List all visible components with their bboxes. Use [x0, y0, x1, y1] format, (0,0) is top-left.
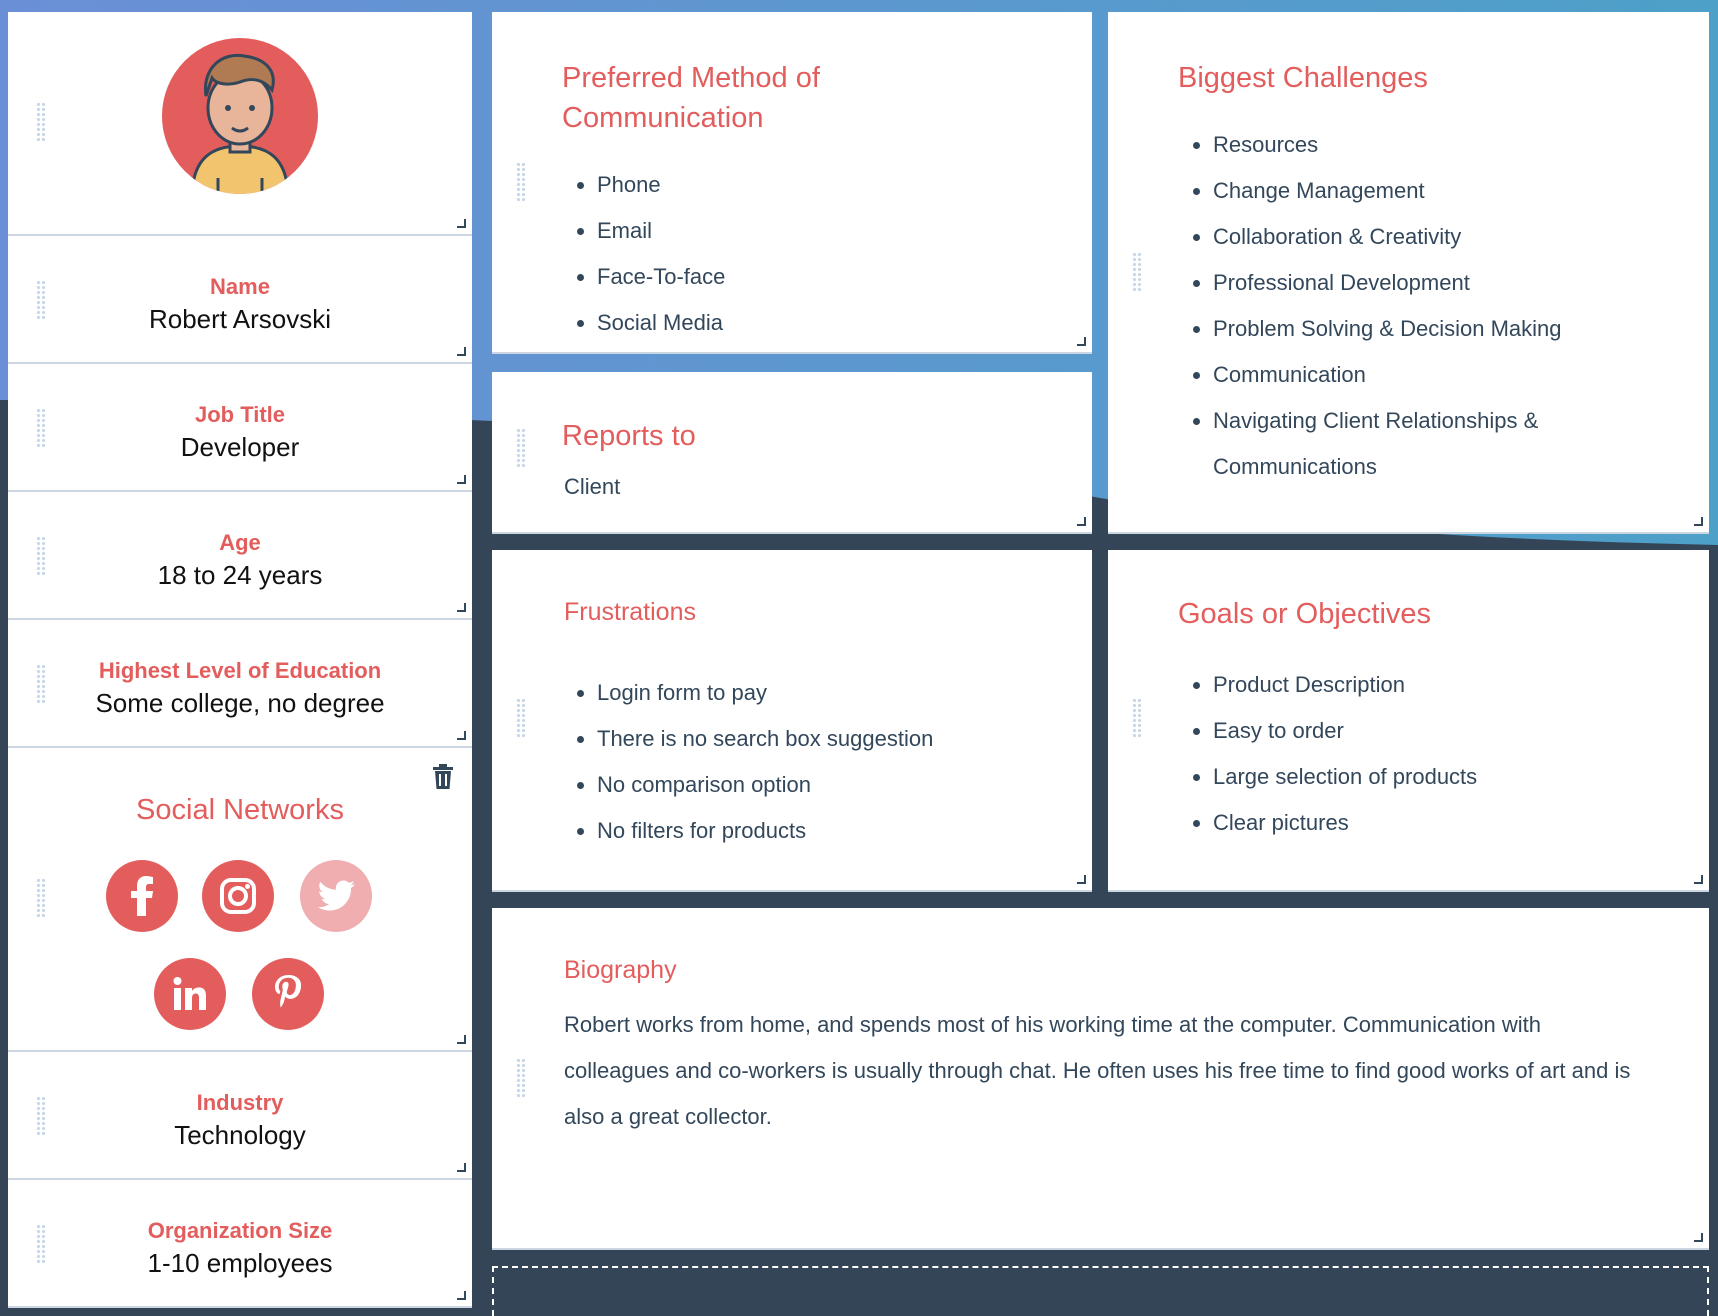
list-item: Navigating Client Relationships & Commun…: [1213, 398, 1643, 490]
resize-handle[interactable]: [457, 1291, 466, 1300]
list-item: Face-To-face: [597, 254, 725, 300]
list-item: Change Management: [1213, 168, 1643, 214]
drag-handle[interactable]: [516, 1058, 526, 1098]
challenges-list: Resources Change Management Collaboratio…: [1178, 122, 1643, 490]
instagram-icon[interactable]: [202, 860, 274, 932]
resize-handle[interactable]: [1077, 875, 1086, 884]
add-section-dropzone[interactable]: [492, 1266, 1709, 1316]
list-item: Resources: [1213, 122, 1643, 168]
biography-card[interactable]: Biography Robert works from home, and sp…: [492, 908, 1709, 1250]
list-item: Communication: [1213, 352, 1643, 398]
reports-to-title: Reports to: [562, 420, 696, 452]
field-label: Highest Level of Education: [98, 658, 382, 683]
resize-handle[interactable]: [1077, 337, 1086, 346]
list-item: Email: [597, 208, 725, 254]
goals-list: Product Description Easy to order Large …: [1178, 662, 1477, 846]
frustrations-card[interactable]: Frustrations Login form to pay There is …: [492, 550, 1092, 892]
name-card[interactable]: Name Robert Arsovski: [8, 236, 472, 364]
age-card[interactable]: Age 18 to 24 years: [8, 492, 472, 620]
field-value: 1-10 employees: [147, 1248, 333, 1278]
avatar-card[interactable]: [8, 12, 472, 236]
field-label: Name: [210, 274, 270, 299]
goals-title: Goals or Objectives: [1178, 598, 1432, 630]
resize-handle[interactable]: [457, 475, 466, 484]
field-label: Industry: [196, 1090, 284, 1115]
challenges-card[interactable]: Biggest Challenges Resources Change Mana…: [1108, 12, 1709, 534]
list-item: Product Description: [1213, 662, 1477, 708]
pinterest-icon[interactable]: [252, 958, 324, 1030]
goals-card[interactable]: Goals or Objectives Product Description …: [1108, 550, 1709, 892]
communication-card[interactable]: Preferred Method of Communication Phone …: [492, 12, 1092, 354]
twitter-icon[interactable]: [300, 860, 372, 932]
linkedin-icon[interactable]: [154, 958, 226, 1030]
list-item: Login form to pay: [597, 670, 933, 716]
list-item: Professional Development: [1213, 260, 1643, 306]
avatar: [162, 38, 318, 194]
field-value: Robert Arsovski: [148, 304, 332, 334]
job-title-card[interactable]: Job Title Developer: [8, 364, 472, 492]
biography-text: Robert works from home, and spends most …: [564, 1012, 1631, 1129]
resize-handle[interactable]: [457, 1035, 466, 1044]
field-label: Age: [219, 530, 261, 555]
field-value: Technology: [174, 1120, 306, 1150]
field-label: Organization Size: [147, 1218, 333, 1243]
communication-list: Phone Email Face-To-face Social Media: [562, 162, 725, 346]
social-networks-title: Social Networks: [136, 794, 344, 826]
resize-handle[interactable]: [1077, 517, 1086, 526]
facebook-icon[interactable]: [106, 860, 178, 932]
organization-size-card[interactable]: Organization Size 1-10 employees: [8, 1180, 472, 1308]
drag-handle[interactable]: [516, 162, 526, 202]
list-item: Collaboration & Creativity: [1213, 214, 1643, 260]
resize-handle[interactable]: [1694, 1233, 1703, 1242]
communication-title: Preferred Method of Communication: [562, 62, 820, 134]
list-item: Social Media: [597, 300, 725, 346]
reports-to-value: Client: [564, 474, 621, 499]
resize-handle[interactable]: [1694, 517, 1703, 526]
list-item: Clear pictures: [1213, 800, 1477, 846]
resize-handle[interactable]: [457, 731, 466, 740]
challenges-title: Biggest Challenges: [1178, 62, 1428, 94]
resize-handle[interactable]: [1694, 875, 1703, 884]
field-value: Developer: [180, 432, 300, 462]
list-item: Problem Solving & Decision Making: [1213, 306, 1643, 352]
trash-icon[interactable]: [432, 764, 454, 790]
industry-card[interactable]: Industry Technology: [8, 1052, 472, 1180]
social-networks-card[interactable]: Social Networks: [8, 748, 472, 1052]
reports-to-card[interactable]: Reports to Client: [492, 372, 1092, 534]
list-item: Large selection of products: [1213, 754, 1477, 800]
biography-title: Biography: [564, 956, 677, 984]
resize-handle[interactable]: [457, 1163, 466, 1172]
drag-handle[interactable]: [1132, 252, 1142, 292]
list-item: No comparison option: [597, 762, 933, 808]
frustrations-title: Frustrations: [564, 598, 696, 626]
drag-handle[interactable]: [516, 428, 526, 468]
list-item: Phone: [597, 162, 725, 208]
list-item: There is no search box suggestion: [597, 716, 933, 762]
field-value: 18 to 24 years: [157, 560, 323, 590]
drag-handle[interactable]: [516, 698, 526, 738]
frustrations-list: Login form to pay There is no search box…: [562, 670, 933, 854]
field-label: Job Title: [194, 402, 286, 427]
education-card[interactable]: Highest Level of Education Some college,…: [8, 620, 472, 748]
list-item: No filters for products: [597, 808, 933, 854]
list-item: Easy to order: [1213, 708, 1477, 754]
drag-handle[interactable]: [1132, 698, 1142, 738]
drag-handle[interactable]: [36, 102, 46, 142]
resize-handle[interactable]: [457, 347, 466, 356]
resize-handle[interactable]: [457, 603, 466, 612]
resize-handle[interactable]: [457, 219, 466, 228]
drag-handle[interactable]: [36, 878, 46, 918]
field-value: Some college, no degree: [95, 688, 385, 718]
